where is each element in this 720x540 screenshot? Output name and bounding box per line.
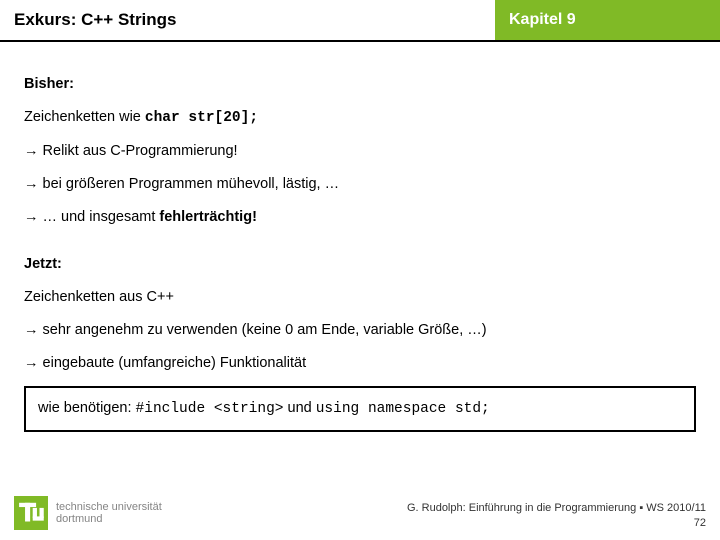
old-line1: Zeichenketten wie char str[20]; <box>24 107 696 129</box>
new-bullet2: → eingebaute (umfangreiche) Funktionalit… <box>24 353 696 374</box>
old-bullet2: → bei größeren Programmen mühevoll, läst… <box>24 174 696 195</box>
slide-body: Bisher: Zeichenketten wie char str[20]; … <box>0 42 720 432</box>
old-bullet3-b: fehlerträchtig! <box>159 209 257 225</box>
new-line1: Zeichenketten aus C++ <box>24 287 696 308</box>
old-bullet1: → Relikt aus C-Programmierung! <box>24 141 696 162</box>
uni-line2: dortmund <box>56 513 162 525</box>
requirement-box: wie benötigen: #include <string> und usi… <box>24 386 696 432</box>
footer-author: G. Rudolph: Einführung in die Programmie… <box>407 501 706 515</box>
old-bullet3-a: → … und insgesamt <box>24 209 159 225</box>
old-line1-text: Zeichenketten wie <box>24 109 145 125</box>
slide-header: Exkurs: C++ Strings Kapitel 9 <box>0 0 720 42</box>
box-code2: using namespace std; <box>316 401 490 417</box>
section-head-bisher: Bisher: <box>24 74 696 95</box>
tu-logo-icon <box>14 496 48 530</box>
new-bullet1: → sehr angenehm zu verwenden (keine 0 am… <box>24 320 696 341</box>
university-logo: technische universität dortmund <box>14 496 162 530</box>
slide-footer: G. Rudolph: Einführung in die Programmie… <box>407 501 706 530</box>
chapter-label: Kapitel 9 <box>495 0 720 40</box>
section-head-jetzt: Jetzt: <box>24 254 696 275</box>
old-line1-code: char str[20]; <box>145 110 258 126</box>
uni-line1: technische universität <box>56 501 162 513</box>
box-left: wie benötigen: <box>38 400 136 416</box>
university-name: technische universität dortmund <box>56 501 162 525</box>
box-mid: und <box>283 400 315 416</box>
page-number: 72 <box>407 516 706 530</box>
old-bullet3: → … und insgesamt fehlerträchtig! <box>24 207 696 228</box>
box-code1: #include <string> <box>136 401 284 417</box>
slide-title: Exkurs: C++ Strings <box>0 0 495 40</box>
